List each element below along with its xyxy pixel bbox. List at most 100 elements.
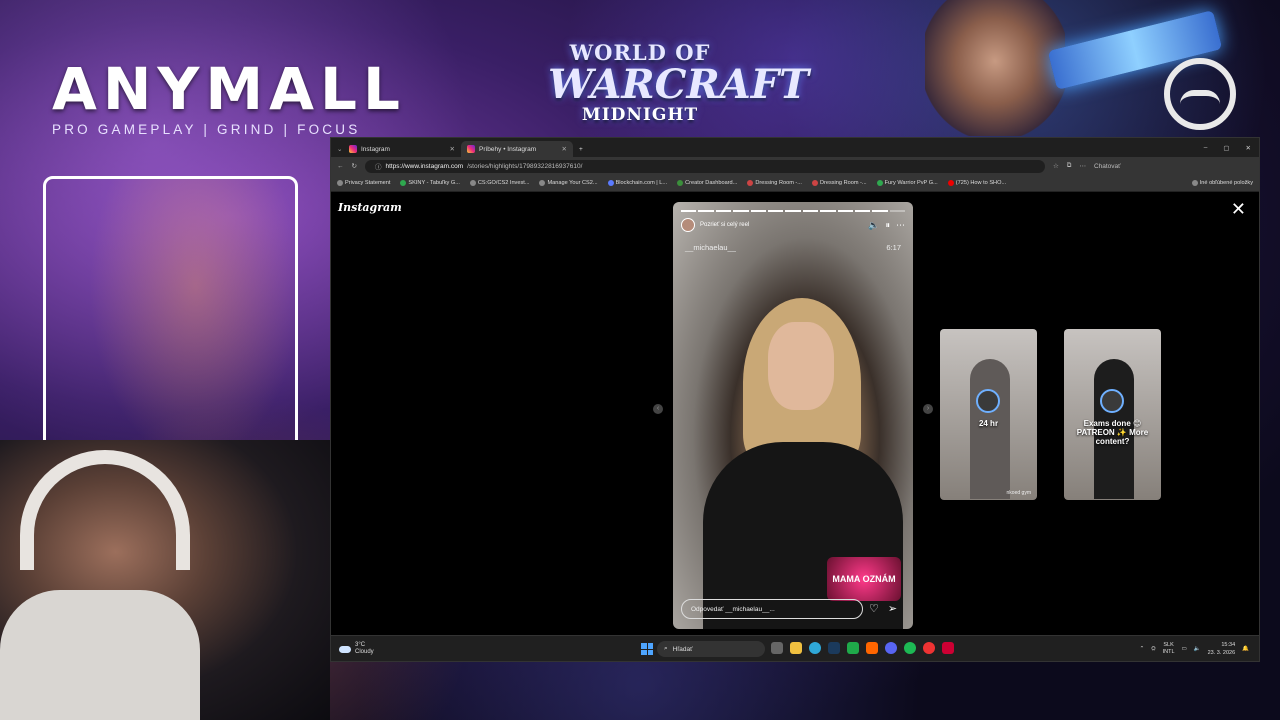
weather-temp: 3°C bbox=[355, 642, 366, 648]
bookmark-label: Dressing Room -... bbox=[819, 180, 867, 186]
clock-time: 15:34 bbox=[1221, 642, 1236, 648]
tab-search-icon[interactable]: ⌄ bbox=[331, 141, 343, 157]
tab-close-icon[interactable]: ✕ bbox=[562, 145, 567, 153]
reload-icon[interactable]: ↻ bbox=[352, 162, 357, 170]
tab-label: Instagram bbox=[361, 145, 390, 153]
cloud-icon bbox=[339, 645, 351, 653]
preview-footer: nkoed gym bbox=[1006, 490, 1031, 496]
preview-avatar bbox=[1100, 389, 1124, 413]
brand-title: ANYMALL bbox=[52, 55, 406, 123]
app-icon[interactable] bbox=[923, 642, 935, 654]
app-icon[interactable] bbox=[847, 642, 859, 654]
app-icon[interactable] bbox=[866, 642, 878, 654]
hoodie bbox=[0, 590, 200, 720]
file-explorer-icon[interactable] bbox=[790, 642, 802, 654]
edge-icon[interactable] bbox=[809, 642, 821, 654]
more-icon[interactable]: ⋯ bbox=[896, 220, 905, 231]
preview-caption: Exams done 😊 PATREON ✨ More content? bbox=[1076, 419, 1149, 446]
menu-icon[interactable]: ⋯ bbox=[1079, 162, 1086, 170]
address-bar[interactable]: ⓘ https://www.instagram.com/stories/high… bbox=[364, 159, 1045, 173]
tray-chevron-icon[interactable]: ⌃ bbox=[1140, 646, 1145, 652]
extensions-icon[interactable]: ⧉ bbox=[1067, 162, 1072, 170]
discord-icon[interactable] bbox=[885, 642, 897, 654]
url-host: https://www.instagram.com bbox=[385, 162, 464, 170]
story-preview[interactable]: 24 hr nkoed gym bbox=[940, 329, 1037, 500]
network-icon[interactable]: ⛭ bbox=[1151, 646, 1155, 653]
spotify-icon[interactable] bbox=[904, 642, 916, 654]
progress-segment bbox=[785, 210, 801, 212]
other-bookmarks[interactable]: Iné obľúbené položky bbox=[1191, 180, 1253, 186]
search-placeholder: Hľadať bbox=[672, 645, 693, 653]
progress-segment bbox=[698, 210, 714, 212]
next-story-button[interactable]: › bbox=[923, 404, 933, 414]
progress-segment bbox=[681, 210, 697, 212]
close-window-button[interactable]: ✕ bbox=[1246, 144, 1251, 152]
bookmark-label: (725) How to SHO... bbox=[955, 180, 1007, 186]
heart-icon[interactable]: ♡ bbox=[869, 602, 879, 615]
maximize-button[interactable]: ▢ bbox=[1223, 144, 1229, 152]
search-icon: ⌕ bbox=[664, 645, 668, 652]
tab-close-icon[interactable]: ✕ bbox=[450, 145, 455, 153]
bookmark-item[interactable]: Fury Warrior PvP G... bbox=[876, 180, 938, 186]
bookmark-item[interactable]: (725) How to SHO... bbox=[947, 180, 1007, 186]
task-view-icon[interactable] bbox=[771, 642, 783, 654]
tab-instagram[interactable]: Instagram ✕ bbox=[343, 141, 461, 157]
reply-input[interactable]: Odpovedať __michaelau__... bbox=[681, 599, 863, 619]
pause-icon[interactable]: ⏸ bbox=[885, 220, 890, 231]
instagram-logo[interactable]: Instagram bbox=[338, 201, 402, 214]
progress-segment bbox=[889, 210, 906, 212]
bookmark-item[interactable]: Creator Dashboard... bbox=[677, 180, 737, 186]
layout-label[interactable]: INTL bbox=[1163, 649, 1175, 655]
windows-start-icon[interactable] bbox=[641, 643, 653, 655]
story-viewer[interactable]: Pozrieť si celý reel 🔈 ⏸ ⋯ __michaelau__… bbox=[673, 202, 913, 629]
windows-taskbar: 3°C Cloudy ⌕ Hľadať ⌃ ⛭ SLK INTL ▭ 🔈 15:… bbox=[331, 635, 1259, 661]
weather-widget[interactable]: 3°C Cloudy bbox=[339, 642, 374, 656]
back-icon[interactable]: ← bbox=[337, 163, 344, 170]
language-label[interactable]: SLK bbox=[1163, 642, 1173, 648]
site-info-icon[interactable]: ⓘ bbox=[375, 161, 382, 171]
copilot-button[interactable]: Chatovať bbox=[1094, 163, 1121, 170]
clock[interactable]: 15:34 23. 3. 2026 bbox=[1208, 641, 1236, 657]
weather-desc: Cloudy bbox=[355, 649, 374, 655]
bookmark-item[interactable]: Blockchain.com | L... bbox=[607, 180, 668, 186]
steam-icon[interactable] bbox=[828, 642, 840, 654]
address-bar-row: ← ↻ ⓘ https://www.instagram.com/stories/… bbox=[331, 157, 1259, 175]
volume-icon[interactable]: 🔈 bbox=[868, 220, 879, 231]
view-reel-link[interactable]: Pozrieť si celý reel bbox=[700, 222, 749, 228]
bookmark-item[interactable]: Manage Your CS2... bbox=[539, 180, 598, 186]
bookmark-label: Creator Dashboard... bbox=[685, 180, 738, 186]
story-progress-bar bbox=[681, 210, 906, 212]
previous-story-button[interactable]: ‹ bbox=[653, 404, 663, 414]
tab-stories[interactable]: Príbehy • Instagram ✕ bbox=[461, 141, 573, 157]
monitor-icon[interactable]: ▭ bbox=[1182, 646, 1187, 652]
game-logo-line3: MIDNIGHT bbox=[581, 105, 699, 125]
instagram-page: Instagram ✕ ‹ Pozrieť si celý reel 🔈 ⏸ ⋯… bbox=[331, 192, 1259, 637]
bookmark-item[interactable]: Dressing Room -... bbox=[747, 180, 802, 186]
progress-segment bbox=[733, 210, 749, 212]
progress-segment bbox=[854, 210, 871, 212]
bookmark-item[interactable]: SKINY - Tabuľky G... bbox=[400, 180, 460, 186]
story-preview[interactable]: Exams done 😊 PATREON ✨ More content? bbox=[1064, 329, 1161, 500]
send-icon[interactable]: ➢ bbox=[888, 602, 897, 615]
story-username[interactable]: __michaelau__ bbox=[685, 243, 736, 252]
avatar[interactable] bbox=[681, 218, 695, 232]
bookmark-item[interactable]: Dressing Room -... bbox=[811, 180, 867, 186]
minimize-button[interactable]: – bbox=[1204, 144, 1208, 152]
browser-window: ⌄ Instagram ✕ Príbehy • Instagram ✕ + – … bbox=[330, 137, 1260, 662]
star-icon[interactable]: ☆ bbox=[1053, 162, 1059, 170]
taskbar-search[interactable]: ⌕ Hľadať bbox=[657, 641, 765, 657]
bookmark-label: Blockchain.com | L... bbox=[615, 180, 668, 186]
bookmark-item[interactable]: CS:GO/CS2 Invest... bbox=[469, 180, 530, 186]
new-tab-button[interactable]: + bbox=[573, 141, 589, 157]
bookmark-label: CS:GO/CS2 Invest... bbox=[477, 180, 530, 186]
bookmark-label: Manage Your CS2... bbox=[547, 180, 598, 186]
bookmark-item[interactable]: Privacy Statement bbox=[337, 180, 390, 186]
close-story-button[interactable]: ✕ bbox=[1231, 200, 1246, 218]
story-sticker: MAMA OZNÁM bbox=[827, 557, 901, 601]
location-icon[interactable] bbox=[942, 642, 954, 654]
bookmark-label: Iné obľúbené položky bbox=[1199, 180, 1253, 186]
volume-tray-icon[interactable]: 🔈 bbox=[1194, 646, 1201, 652]
brand-block: ANYMALL PRO GAMEPLAY | GRIND | FOCUS bbox=[52, 60, 406, 137]
notification-bell-icon[interactable]: 🔔 bbox=[1242, 646, 1249, 652]
bookmark-label: Fury Warrior PvP G... bbox=[884, 180, 938, 186]
